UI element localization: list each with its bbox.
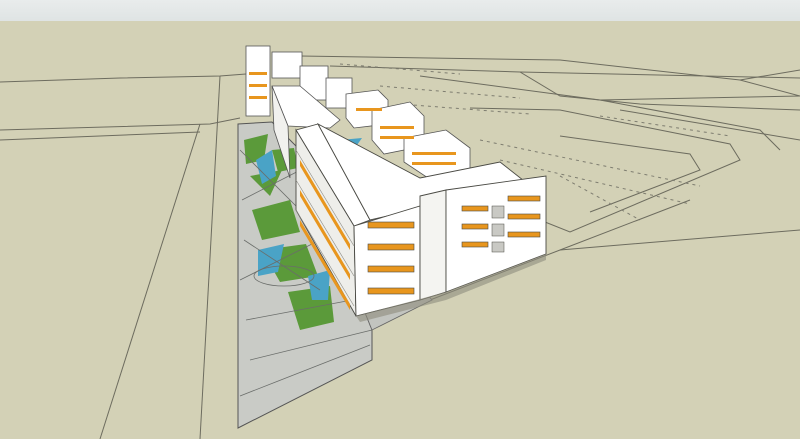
3d-model-viewport[interactable] <box>0 0 800 439</box>
